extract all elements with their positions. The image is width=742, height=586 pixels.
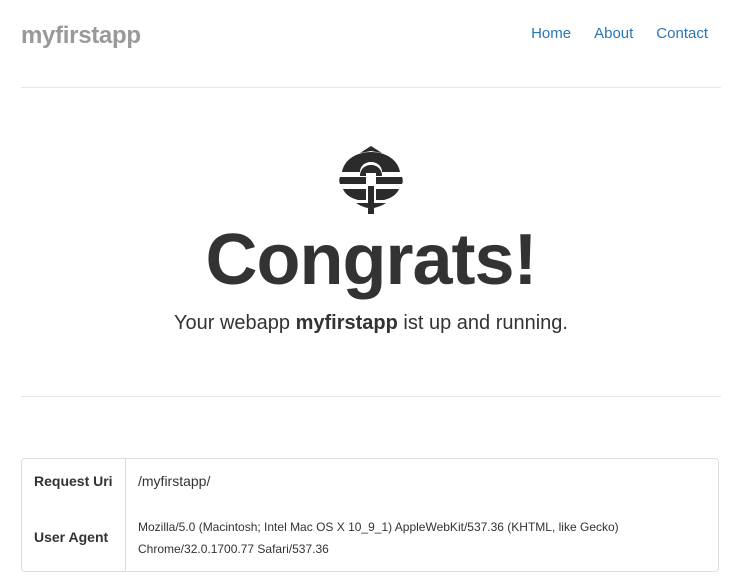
request-uri-value: /myfirstapp/ — [138, 473, 211, 489]
nav-contact-link[interactable]: Contact — [656, 25, 708, 42]
tagline-prefix: Your webapp — [174, 312, 296, 334]
request-uri-label: Request Uri — [22, 459, 126, 503]
table-row: User Agent Mozilla/5.0 (Macintosh; Intel… — [22, 503, 718, 571]
stylized-globe-logo-icon — [339, 146, 403, 214]
hero-tagline: Your webapp myfirstapp ist up and runnin… — [21, 310, 721, 336]
table-row: Request Uri /myfirstapp/ — [22, 459, 718, 503]
nav-home-link[interactable]: Home — [531, 25, 571, 42]
nav-bar: Home About Contact — [508, 25, 708, 42]
page: myfirstapp Home About Contact Congrats! … — [0, 0, 742, 586]
user-agent-value: Mozilla/5.0 (Macintosh; Intel Mac OS X 1… — [138, 520, 619, 556]
page-title: Congrats! — [205, 220, 538, 300]
nav-about-link[interactable]: About — [594, 25, 633, 42]
tagline-suffix: ist up and running. — [397, 312, 568, 334]
header: myfirstapp Home About Contact — [21, 0, 721, 88]
tagline-app-name: myfirstapp — [295, 312, 398, 334]
hero-section: Congrats! Your webapp myfirstapp ist up … — [21, 88, 721, 397]
request-info-table: Request Uri /myfirstapp/ User Agent Mozi… — [21, 458, 719, 572]
brand-name[interactable]: myfirstapp — [21, 22, 141, 50]
user-agent-label: User Agent — [22, 503, 126, 571]
